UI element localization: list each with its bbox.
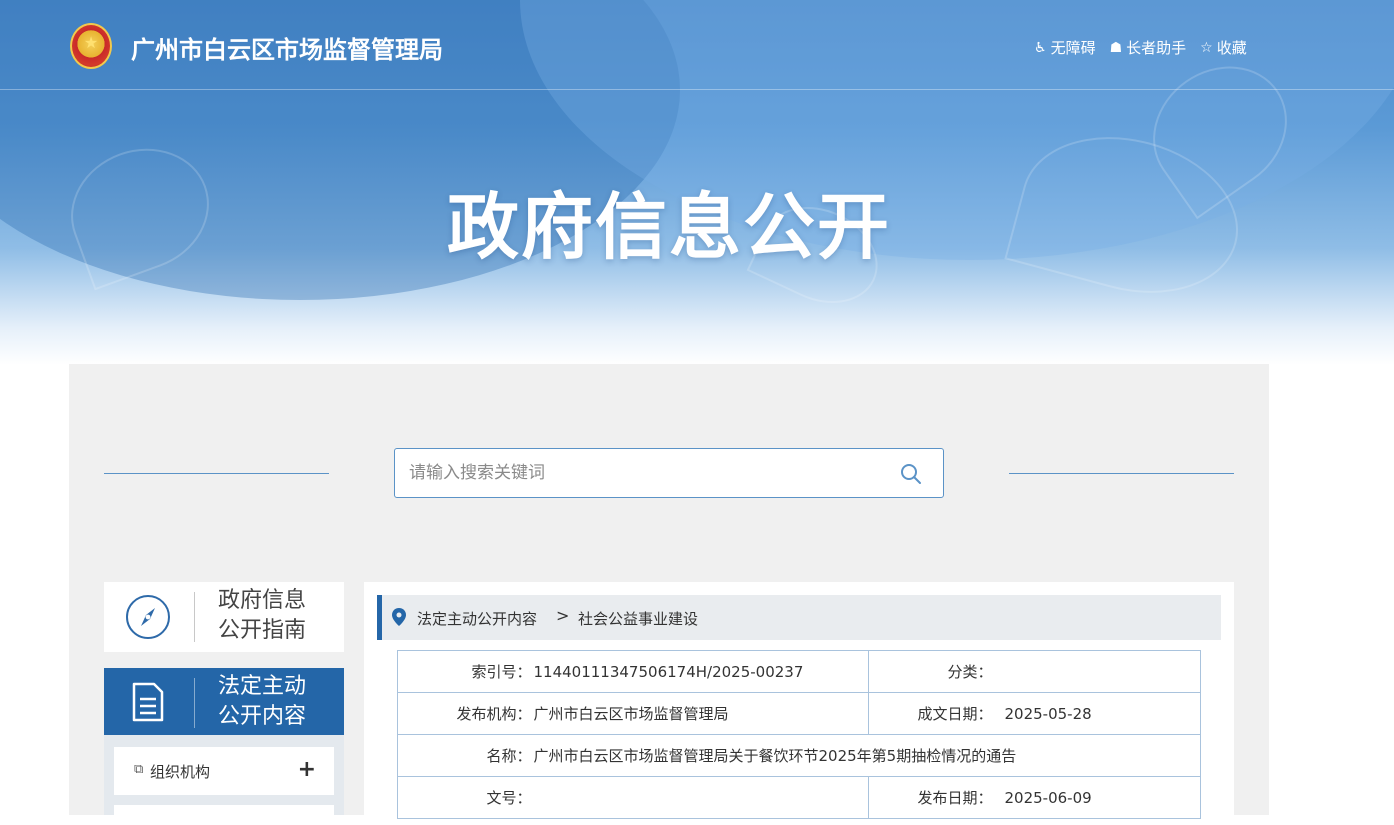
legal-label-line2: 公开内容 bbox=[218, 704, 307, 729]
search-decor-line-left bbox=[104, 473, 329, 474]
breadcrumb-level1-link[interactable]: 法定主动公开内容 bbox=[417, 608, 537, 629]
banner: 广州市白云区市场监督管理局 ♿ 无障碍 ☗ 长者助手 ☆ 收藏 政府信息公开 bbox=[0, 0, 1394, 365]
divider bbox=[194, 592, 195, 642]
legal-label-line1: 法定主动 bbox=[218, 674, 307, 699]
guide-label-line1: 政府信息 bbox=[218, 588, 307, 613]
name-value: 广州市白云区市场监督管理局关于餐饮环节2025年第5期抽检情况的通告 bbox=[533, 734, 1201, 777]
elder-assistant-icon: ☗ bbox=[1109, 39, 1123, 56]
site-title[interactable]: 广州市白云区市场监督管理局 bbox=[131, 30, 443, 65]
sidebar-guide-button[interactable]: 政府信息 公开指南 bbox=[104, 582, 344, 652]
header-divider bbox=[0, 89, 1394, 90]
divider bbox=[194, 678, 195, 728]
publisher-value: 广州市白云区市场监督管理局 bbox=[533, 692, 869, 735]
publish-date-value: 2025-06-09 bbox=[994, 776, 1201, 819]
chevron-right-icon: > bbox=[556, 606, 570, 625]
search-box bbox=[394, 448, 944, 498]
star-icon: ☆ bbox=[1200, 39, 1213, 56]
favorite-label: 收藏 bbox=[1216, 39, 1247, 57]
guide-label-line2: 公开指南 bbox=[218, 618, 307, 643]
created-date-value: 2025-05-28 bbox=[994, 692, 1201, 735]
table-row: 索引号： 11440111347506174H/2025-00237 分类： bbox=[397, 650, 1201, 693]
created-date-label: 成文日期： bbox=[868, 692, 995, 735]
copy-icon: ⧉ bbox=[134, 762, 144, 777]
doc-number-label: 文号： bbox=[397, 776, 534, 819]
content-area: 法定主动公开内容 > 社会公益事业建设 索引号： 114401113475061… bbox=[364, 582, 1234, 819]
document-icon bbox=[132, 682, 164, 722]
accessibility-link[interactable]: ♿ 无障碍 bbox=[1034, 37, 1096, 58]
legal-label: 法定主动 公开内容 bbox=[218, 672, 328, 732]
sidebar-item-label: 组织机构 bbox=[150, 763, 211, 781]
elder-assistant-link[interactable]: ☗ 长者助手 bbox=[1110, 37, 1187, 58]
index-value: 11440111347506174H/2025-00237 bbox=[533, 650, 869, 693]
accessibility-label: 无障碍 bbox=[1050, 39, 1096, 57]
national-emblem-logo[interactable] bbox=[70, 23, 112, 69]
sidebar-item-organization[interactable]: ⧉ 组织机构 + bbox=[114, 747, 334, 795]
publisher-label: 发布机构： bbox=[397, 692, 534, 735]
hero-title: 政府信息公开 bbox=[446, 185, 891, 269]
table-row: 发布机构： 广州市白云区市场监督管理局 成文日期： 2025-05-28 bbox=[397, 692, 1201, 735]
expand-plus-icon[interactable]: + bbox=[298, 757, 316, 782]
breadcrumb-level2-link[interactable]: 社会公益事业建设 bbox=[578, 608, 698, 629]
sidebar-submenu: ⧉ 组织机构 + bbox=[104, 735, 344, 825]
guide-label: 政府信息 公开指南 bbox=[218, 586, 328, 646]
table-row: 名称： 广州市白云区市场监督管理局关于餐饮环节2025年第5期抽检情况的通告 bbox=[397, 734, 1201, 777]
elder-assistant-label: 长者助手 bbox=[1126, 39, 1187, 57]
search-input[interactable] bbox=[409, 449, 889, 497]
doc-number-value bbox=[533, 776, 869, 819]
location-pin-icon bbox=[392, 608, 406, 626]
name-label: 名称： bbox=[397, 734, 534, 777]
document-meta-table: 索引号： 11440111347506174H/2025-00237 分类： 发… bbox=[397, 650, 1201, 819]
compass-icon bbox=[126, 595, 170, 639]
breadcrumb: 法定主动公开内容 > 社会公益事业建设 bbox=[377, 595, 1221, 640]
category-value bbox=[994, 650, 1201, 693]
favorite-link[interactable]: ☆ 收藏 bbox=[1200, 37, 1247, 58]
top-links: ♿ 无障碍 ☗ 长者助手 ☆ 收藏 bbox=[1034, 37, 1247, 58]
accessibility-icon: ♿ bbox=[1034, 39, 1047, 56]
category-label: 分类： bbox=[868, 650, 995, 693]
index-label: 索引号： bbox=[397, 650, 534, 693]
table-row: 文号： 发布日期： 2025-06-09 bbox=[397, 776, 1201, 819]
search-icon[interactable] bbox=[899, 462, 923, 486]
search-decor-line-right bbox=[1009, 473, 1234, 474]
sidebar-legal-content-button[interactable]: 法定主动 公开内容 bbox=[104, 668, 344, 735]
main-panel: 政府信息 公开指南 法定主动 公开内容 ⧉ 组织机构 + bbox=[69, 364, 1269, 825]
publish-date-label: 发布日期： bbox=[868, 776, 995, 819]
sidebar-item-next[interactable] bbox=[114, 805, 334, 825]
